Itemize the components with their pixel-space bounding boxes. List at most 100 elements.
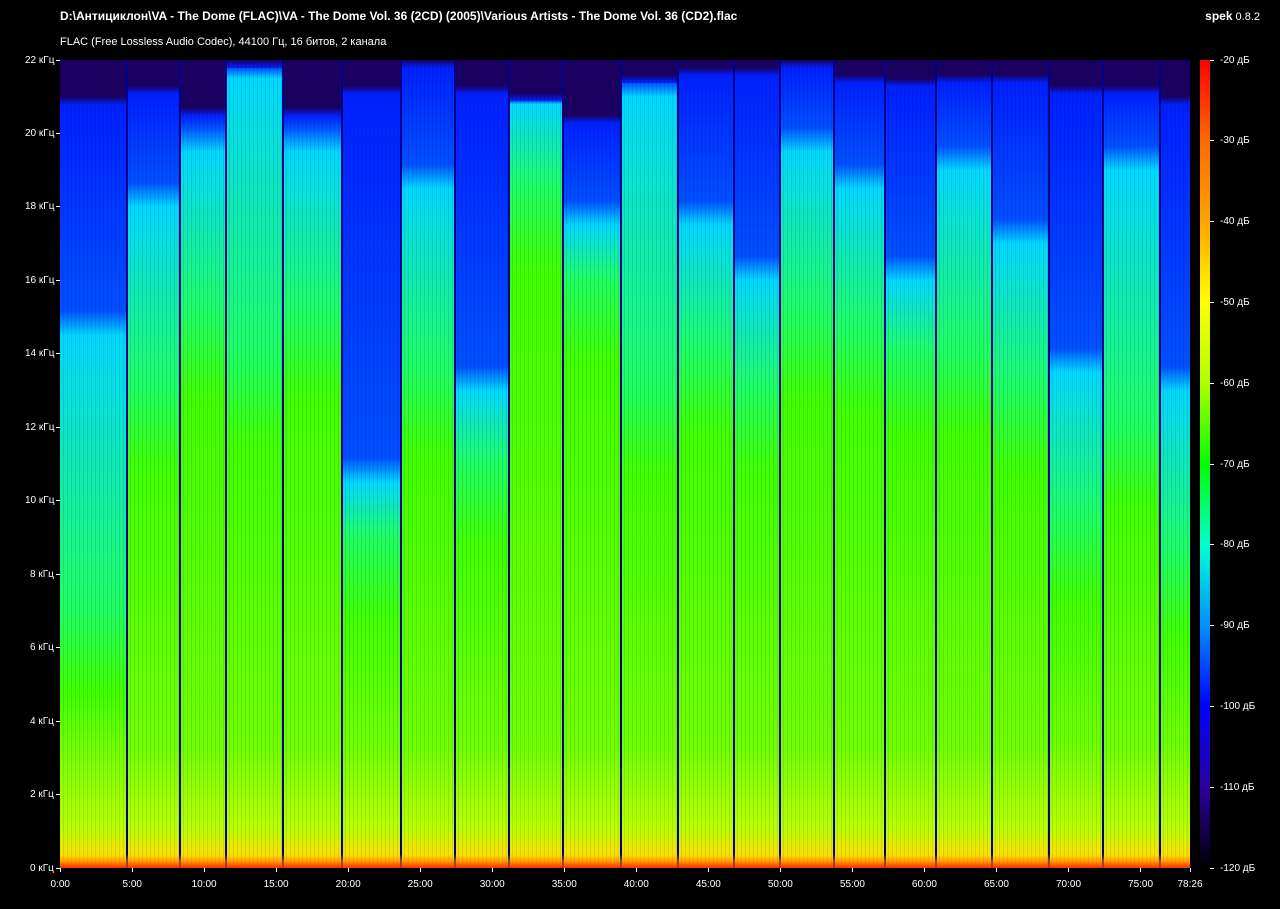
colorbar-tick — [1210, 463, 1214, 465]
x-axis-tick-label: 50:00 — [767, 879, 793, 890]
colorbar-tick-label: -100 дБ — [1220, 700, 1256, 712]
spectrogram-plot — [60, 60, 1190, 868]
x-axis-tick — [563, 868, 565, 872]
file-path-title: D:\Антициклон\VA - The Dome (FLAC)\VA - … — [60, 9, 738, 23]
y-axis-tick-label: 22 кГц — [25, 54, 55, 66]
y-axis-tick — [56, 867, 60, 869]
y-axis-tick-label: 4 кГц — [30, 715, 54, 727]
spectrogram-track-3 — [179, 60, 226, 868]
track-boundary-18 — [1048, 60, 1051, 868]
spectrogram-track-20 — [1103, 60, 1160, 868]
y-axis-tick — [56, 647, 60, 649]
colorbar-tick — [1210, 544, 1214, 546]
spectrogram-track-8 — [454, 60, 509, 868]
x-axis-tick — [635, 868, 637, 872]
x-axis-tick — [491, 868, 493, 872]
colorbar-tick — [1210, 140, 1214, 142]
x-axis-tick — [779, 868, 781, 872]
track-boundary-16 — [935, 60, 938, 868]
y-axis-tick-label: 18 кГц — [25, 201, 55, 213]
spectrogram-track-13 — [733, 60, 781, 868]
colorbar-tick — [1210, 301, 1214, 303]
colorbar-tick-label: -120 дБ — [1220, 862, 1256, 874]
spectrogram-track-2 — [126, 60, 180, 868]
x-axis-tick — [59, 868, 61, 872]
colorbar-tick — [1210, 867, 1214, 869]
spectrogram-track-17 — [936, 60, 992, 868]
y-axis-tick-label: 16 кГц — [25, 274, 55, 286]
x-axis-tick-label: 55:00 — [839, 879, 865, 890]
colorbar-tick-label: -20 дБ — [1220, 54, 1250, 66]
spectrogram-track-15 — [834, 60, 885, 868]
track-boundary-3 — [224, 60, 227, 868]
x-axis-tick — [275, 868, 277, 872]
spectrogram-track-6 — [342, 60, 401, 868]
spectrogram-track-14 — [780, 60, 835, 868]
colorbar-tick — [1210, 786, 1214, 788]
x-axis-tick-label: 10:00 — [191, 879, 217, 890]
spectrogram-track-19 — [1049, 60, 1104, 868]
low-frequency-band — [60, 854, 1190, 868]
x-axis-tick-label: 35:00 — [551, 879, 577, 890]
y-axis-tick — [56, 206, 60, 208]
track-boundary-10 — [619, 60, 622, 868]
track-boundary-15 — [883, 60, 886, 868]
x-axis-tick-label: 65:00 — [983, 879, 1009, 890]
track-boundary-2 — [178, 60, 181, 868]
spectrogram-track-9 — [509, 60, 564, 868]
track-boundary-5 — [341, 60, 344, 868]
y-axis-tick — [56, 353, 60, 355]
track-boundary-4 — [281, 60, 284, 868]
x-axis-tick-label: 5:00 — [122, 879, 142, 890]
track-boundary-20 — [1158, 60, 1161, 868]
db-colorbar — [1200, 60, 1210, 868]
track-boundary-6 — [399, 60, 402, 868]
x-axis-tick — [1189, 868, 1191, 872]
y-axis-tick-label: 8 кГц — [30, 568, 54, 580]
x-axis-tick — [1140, 868, 1142, 872]
track-boundary-14 — [833, 60, 836, 868]
x-axis-tick — [347, 868, 349, 872]
colorbar-tick-label: -50 дБ — [1220, 296, 1250, 308]
spectrogram-track-18 — [991, 60, 1050, 868]
y-axis-tick — [56, 59, 60, 61]
track-boundary-12 — [732, 60, 735, 868]
spectrogram-track-21 — [1159, 60, 1190, 868]
colorbar-tick — [1210, 625, 1214, 627]
track-boundary-17 — [990, 60, 993, 868]
y-axis-tick-label: 20 кГц — [25, 127, 55, 139]
y-axis-tick-label: 6 кГц — [30, 642, 54, 654]
colorbar-tick-label: -80 дБ — [1220, 539, 1250, 551]
x-axis-tick-label: 70:00 — [1055, 879, 1082, 890]
spectrogram-track-16 — [884, 60, 937, 868]
spectrogram-track-10 — [563, 60, 621, 868]
x-axis-tick-label: 78:26 — [1177, 879, 1203, 890]
y-axis-tick-label: 0 кГц — [30, 862, 54, 874]
x-axis-tick — [995, 868, 997, 872]
y-axis-tick — [56, 500, 60, 502]
y-axis-tick — [56, 573, 60, 575]
colorbar-tick — [1210, 705, 1214, 707]
y-axis-tick-label: 2 кГц — [30, 789, 54, 801]
spectrogram-track-1 — [60, 60, 127, 868]
x-axis-tick-label: 0:00 — [50, 879, 70, 890]
colorbar-tick-label: -60 дБ — [1220, 377, 1250, 389]
x-axis-tick — [707, 868, 709, 872]
x-axis-tick — [1067, 868, 1069, 872]
x-axis-tick-label: 15:00 — [263, 879, 289, 890]
track-boundary-9 — [562, 60, 565, 868]
y-axis-tick — [56, 426, 60, 428]
track-boundary-7 — [453, 60, 456, 868]
colorbar-tick-label: -70 дБ — [1220, 458, 1250, 470]
colorbar-tick — [1210, 221, 1214, 223]
x-axis-tick-label: 30:00 — [479, 879, 505, 890]
colorbar-tick-label: -110 дБ — [1220, 781, 1255, 793]
track-boundary-13 — [779, 60, 782, 868]
spectrogram-track-11 — [620, 60, 679, 868]
x-axis-tick — [419, 868, 421, 872]
y-axis-tick — [56, 794, 60, 796]
spectrogram-track-5 — [282, 60, 343, 868]
app-version: 0.8.2 — [1235, 11, 1260, 23]
colorbar-tick — [1210, 59, 1214, 61]
track-boundary-8 — [508, 60, 511, 868]
